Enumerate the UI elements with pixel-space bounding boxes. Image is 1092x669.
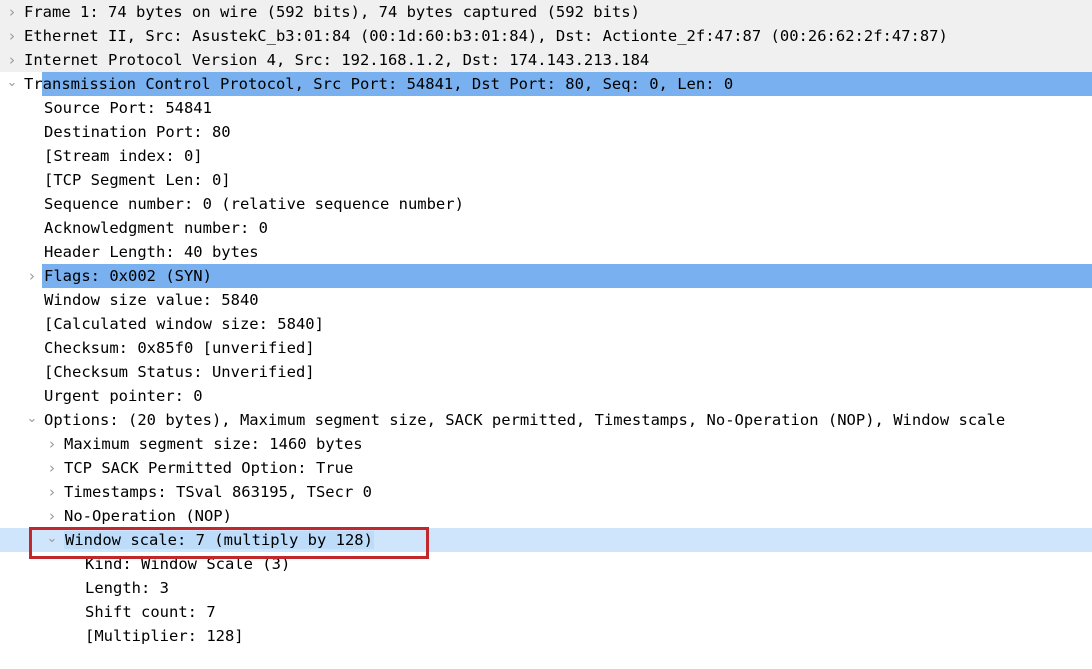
tree-row-multiplier[interactable]: [Multiplier: 128] <box>0 624 1092 648</box>
tree-row-label: Acknowledgment number: 0 <box>44 219 268 237</box>
tree-row-frame[interactable]: Frame 1: 74 bytes on wire (592 bits), 74… <box>0 0 1092 24</box>
tree-row-label: Kind: Window Scale (3) <box>85 555 291 573</box>
tree-row-ipv4[interactable]: Internet Protocol Version 4, Src: 192.16… <box>0 48 1092 72</box>
tree-row-label: Transmission Control Protocol, Src Port:… <box>24 75 734 93</box>
tree-row-source-port[interactable]: Source Port: 54841 <box>0 96 1092 120</box>
tree-row-no-operation[interactable]: No-Operation (NOP) <box>0 504 1092 528</box>
tree-row-label: Timestamps: TSval 863195, TSecr 0 <box>64 483 372 501</box>
tree-row-maximum-segment-size[interactable]: Maximum segment size: 1460 bytes <box>0 432 1092 456</box>
chevron-right-icon[interactable] <box>44 456 60 480</box>
tree-row-shift-count[interactable]: Shift count: 7 <box>0 600 1092 624</box>
tree-row-label: [TCP Segment Len: 0] <box>44 171 231 189</box>
chevron-right-icon[interactable] <box>44 504 60 528</box>
tree-row-label: Checksum: 0x85f0 [unverified] <box>44 339 315 357</box>
tree-row-label: [Multiplier: 128] <box>85 627 244 645</box>
tree-row-label: Frame 1: 74 bytes on wire (592 bits), 74… <box>24 3 640 21</box>
chevron-right-icon[interactable] <box>4 48 20 72</box>
tree-row-label: Flags: 0x002 (SYN) <box>44 267 212 285</box>
tree-row-label: Window size value: 5840 <box>44 291 259 309</box>
chevron-right-icon[interactable] <box>4 0 20 24</box>
protocol-tree[interactable]: Frame 1: 74 bytes on wire (592 bits), 74… <box>0 0 1092 648</box>
tree-row-ethernet[interactable]: Ethernet II, Src: AsustekC_b3:01:84 (00:… <box>0 24 1092 48</box>
tree-row-tcp-segment-len[interactable]: [TCP Segment Len: 0] <box>0 168 1092 192</box>
tree-row-label: Shift count: 7 <box>85 603 216 621</box>
tree-row-label-text: Window scale: 7 (multiply by 128) <box>64 531 374 549</box>
tree-row-timestamps[interactable]: Timestamps: TSval 863195, TSecr 0 <box>0 480 1092 504</box>
tree-row-sack-permitted[interactable]: TCP SACK Permitted Option: True <box>0 456 1092 480</box>
tree-row-label: Length: 3 <box>85 579 169 597</box>
chevron-down-icon[interactable] <box>4 72 20 96</box>
tree-row-flags[interactable]: Flags: 0x002 (SYN) <box>0 264 1092 288</box>
tree-row-kind[interactable]: Kind: Window Scale (3) <box>0 552 1092 576</box>
tree-row-stream-index[interactable]: [Stream index: 0] <box>0 144 1092 168</box>
tree-row-checksum-status[interactable]: [Checksum Status: Unverified] <box>0 360 1092 384</box>
tree-row-label: Maximum segment size: 1460 bytes <box>64 435 363 453</box>
tree-row-checksum[interactable]: Checksum: 0x85f0 [unverified] <box>0 336 1092 360</box>
tree-row-label: [Checksum Status: Unverified] <box>44 363 315 381</box>
tree-row-label: Ethernet II, Src: AsustekC_b3:01:84 (00:… <box>24 27 948 45</box>
tree-row-label: Sequence number: 0 (relative sequence nu… <box>44 195 464 213</box>
tree-row-label: TCP SACK Permitted Option: True <box>64 459 354 477</box>
tree-row-label: [Calculated window size: 5840] <box>44 315 324 333</box>
chevron-right-icon[interactable] <box>4 24 20 48</box>
tree-row-label: Window scale: 7 (multiply by 128) <box>64 528 374 552</box>
chevron-right-icon[interactable] <box>44 432 60 456</box>
tree-row-label: Destination Port: 80 <box>44 123 231 141</box>
tree-row-label: Header Length: 40 bytes <box>44 243 259 261</box>
chevron-right-icon[interactable] <box>24 264 40 288</box>
tree-row-options[interactable]: Options: (20 bytes), Maximum segment siz… <box>0 408 1092 432</box>
tree-row-destination-port[interactable]: Destination Port: 80 <box>0 120 1092 144</box>
chevron-down-icon[interactable] <box>44 528 60 552</box>
tree-row-tcp[interactable]: Transmission Control Protocol, Src Port:… <box>0 72 1092 96</box>
tree-row-label: Source Port: 54841 <box>44 99 212 117</box>
chevron-down-icon[interactable] <box>24 408 40 432</box>
tree-row-length[interactable]: Length: 3 <box>0 576 1092 600</box>
tree-row-sequence-number[interactable]: Sequence number: 0 (relative sequence nu… <box>0 192 1092 216</box>
tree-row-label: [Stream index: 0] <box>44 147 203 165</box>
packet-detail-pane[interactable]: Frame 1: 74 bytes on wire (592 bits), 74… <box>0 0 1092 669</box>
tree-row-calculated-window-size[interactable]: [Calculated window size: 5840] <box>0 312 1092 336</box>
tree-row-urgent-pointer[interactable]: Urgent pointer: 0 <box>0 384 1092 408</box>
tree-row-label: Urgent pointer: 0 <box>44 387 203 405</box>
tree-row-header-length[interactable]: Header Length: 40 bytes <box>0 240 1092 264</box>
tree-row-acknowledgment-number[interactable]: Acknowledgment number: 0 <box>0 216 1092 240</box>
tree-row-window-scale[interactable]: Window scale: 7 (multiply by 128) <box>0 528 1092 552</box>
chevron-right-icon[interactable] <box>44 480 60 504</box>
tree-row-label: Internet Protocol Version 4, Src: 192.16… <box>24 51 650 69</box>
tree-row-window-size-value[interactable]: Window size value: 5840 <box>0 288 1092 312</box>
tree-row-label: Options: (20 bytes), Maximum segment siz… <box>44 411 1006 429</box>
tree-row-label: No-Operation (NOP) <box>64 507 232 525</box>
